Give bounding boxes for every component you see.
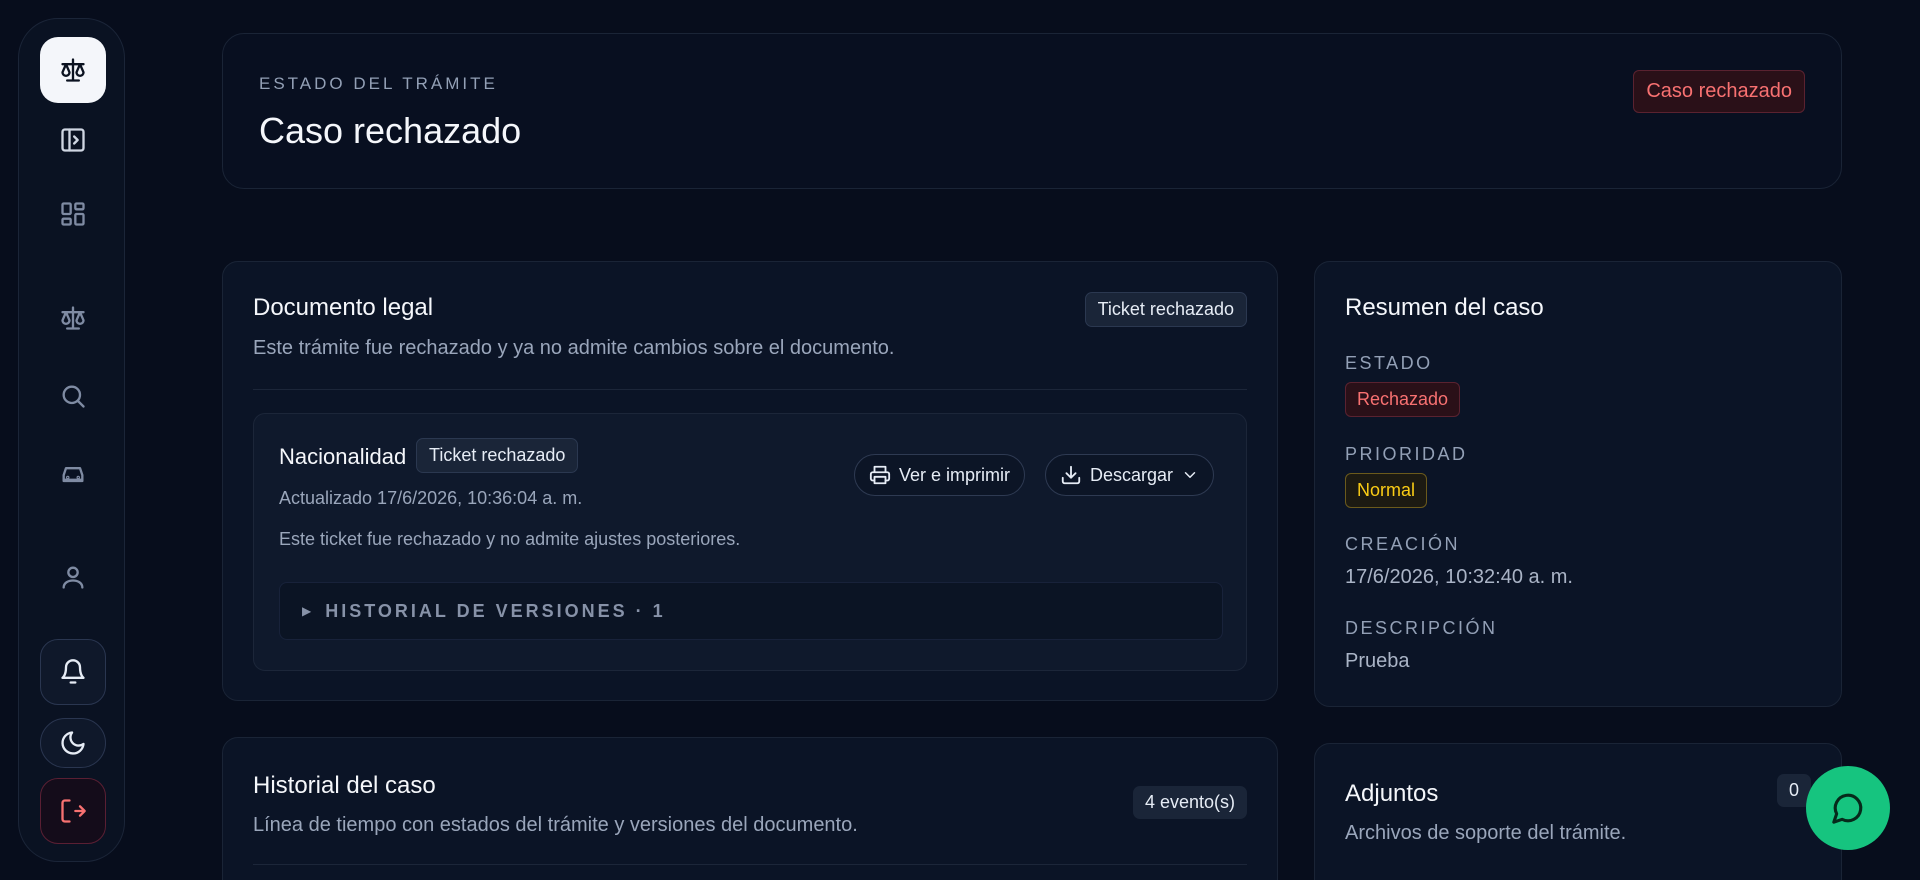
profile-nav[interactable] [40, 544, 106, 610]
events-count-badge: 4 evento(s) [1132, 786, 1247, 819]
chevron-down-icon [1184, 472, 1196, 478]
vehicles-nav[interactable] [40, 441, 106, 507]
version-history-label: HISTORIAL DE VERSIONES · 1 [325, 600, 666, 621]
ticket-card: Nacionalidad Ticket rechazado Actualizad… [253, 413, 1247, 671]
view-print-label: Ver e imprimir [899, 464, 1011, 485]
estado-badge: Rechazado [1345, 382, 1461, 417]
case-history-card: Historial del caso Línea de tiempo con e… [222, 737, 1278, 880]
home-button[interactable] [40, 37, 106, 103]
version-history-toggle[interactable]: ▶ HISTORIAL DE VERSIONES · 1 [279, 582, 1223, 640]
document-status-badge: Ticket rechazado [1084, 292, 1247, 327]
descripcion-label: DESCRIPCIÓN [1345, 618, 1498, 638]
attachments-card: Adjuntos Archivos de soporte del trámite… [1314, 743, 1842, 880]
search-icon [62, 385, 85, 408]
dashboard-grid-icon [61, 202, 85, 226]
toggle-sidebar-button[interactable] [40, 107, 106, 173]
bell-icon [61, 659, 85, 684]
legal-document-card: Documento legal Ticket rechazado Este tr… [222, 261, 1278, 701]
creacion-value: 17/6/2026, 10:32:40 a. m. [1345, 566, 1573, 588]
caret-right-icon: ▶ [302, 604, 312, 618]
download-label: Descargar [1090, 464, 1174, 485]
case-summary-card: Resumen del caso ESTADO Rechazado PRIORI… [1314, 261, 1842, 707]
document-title: Documento legal [253, 294, 434, 321]
attachments-title: Adjuntos [1345, 780, 1439, 807]
page-title: Caso rechazado [259, 110, 522, 151]
scales-icon [61, 306, 85, 330]
logout-icon [61, 799, 86, 823]
scales-icon [61, 58, 85, 82]
search-nav[interactable] [40, 363, 106, 429]
panel-expand-icon [61, 128, 85, 152]
ticket-updated: Actualizado 17/6/2026, 10:36:04 a. m. [279, 488, 583, 508]
download-icon [1061, 465, 1081, 485]
car-icon [62, 467, 84, 483]
chat-button[interactable] [1806, 766, 1890, 850]
printer-icon [869, 465, 891, 485]
cases-nav[interactable] [40, 285, 106, 351]
divider [253, 389, 1247, 390]
prioridad-label: PRIORIDAD [1345, 444, 1468, 464]
status-badge: Caso rechazado [1633, 70, 1805, 113]
ticket-note: Este ticket fue rechazado y no admite aj… [279, 529, 741, 549]
history-subtitle: Línea de tiempo con estados del trámite … [253, 814, 858, 836]
divider [253, 864, 1247, 865]
ticket-status-badge: Ticket rechazado [416, 438, 579, 473]
logout-button[interactable] [40, 778, 106, 844]
status-eyebrow: ESTADO DEL TRÁMITE [259, 74, 498, 93]
view-print-button[interactable]: Ver e imprimir [854, 454, 1026, 496]
descripcion-value: Prueba [1345, 650, 1410, 672]
moon-icon [61, 731, 85, 755]
ticket-title: Nacionalidad [279, 444, 407, 469]
user-icon [62, 566, 84, 589]
attachments-subtitle: Archivos de soporte del trámite. [1345, 822, 1627, 844]
estado-label: ESTADO [1345, 353, 1433, 373]
notifications-button[interactable] [40, 639, 106, 705]
document-subtitle: Este trámite fue rechazado y ya no admit… [253, 337, 895, 359]
creacion-label: CREACIÓN [1345, 534, 1461, 554]
chat-bubble-icon [1832, 793, 1863, 824]
history-title: Historial del caso [253, 772, 436, 799]
dashboard-nav[interactable] [40, 181, 106, 247]
sidebar [18, 18, 125, 862]
theme-toggle-button[interactable] [40, 718, 106, 768]
download-button[interactable]: Descargar [1045, 454, 1215, 496]
status-header: ESTADO DEL TRÁMITE Caso rechazado Caso r… [222, 33, 1842, 189]
prioridad-badge: Normal [1345, 473, 1428, 508]
summary-title: Resumen del caso [1345, 294, 1544, 321]
